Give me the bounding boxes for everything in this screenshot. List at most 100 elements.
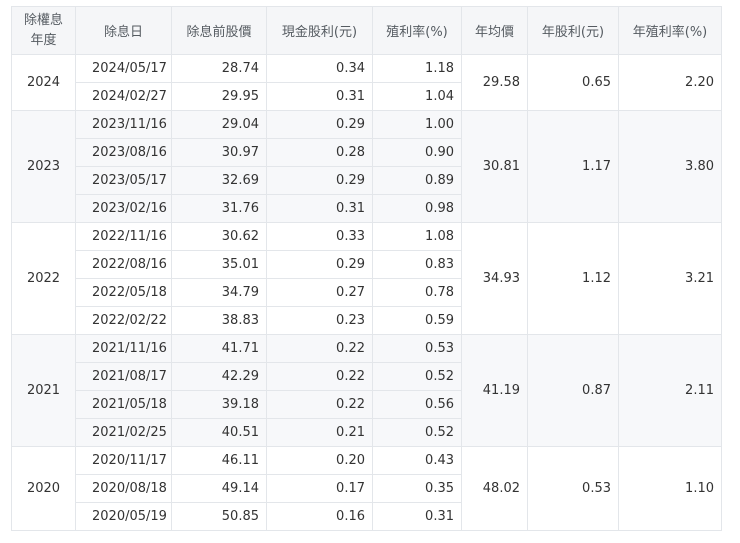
yield-cell: 0.31 <box>372 502 462 531</box>
yield-cell: 1.08 <box>372 222 462 251</box>
header-year-line1: 除權息 <box>23 12 63 28</box>
pre-price-cell: 28.74 <box>171 54 267 83</box>
pre-price-cell: 50.85 <box>171 502 267 531</box>
pre-price-cell: 41.71 <box>171 334 267 363</box>
yield-cell: 0.35 <box>372 474 462 503</box>
ex-date-cell: 2021/08/17 <box>75 362 172 391</box>
pre-price-cell: 31.76 <box>171 194 267 223</box>
table-row: 2021 2021/11/16 41.71 0.22 0.53 41.19 0.87 2.11 <box>11 334 722 447</box>
ex-date-cell: 2021/02/25 <box>75 418 172 447</box>
ex-date-cell: 2023/11/16 <box>75 110 172 139</box>
avg-price-cell: 34.93 <box>461 222 528 335</box>
yield-cell: 0.98 <box>372 194 462 223</box>
header-year: 除權息 年度 <box>11 6 76 55</box>
avg-price-cell: 41.19 <box>461 334 528 447</box>
dividend-history-table: 除權息 年度 除息日 除息前股價 現金股利(元) 殖利率(%) 年均價 年股利(… <box>11 6 722 531</box>
annual-yield-cell: 3.21 <box>618 222 722 335</box>
year-cell: 2024 <box>11 54 76 111</box>
cash-dividend-cell: 0.34 <box>266 54 373 83</box>
pre-price-cell: 39.18 <box>171 390 267 419</box>
yield-cell: 0.83 <box>372 250 462 279</box>
year-group: 2021 2021/11/16 41.71 0.22 0.53 41.19 0.87 2.11… <box>11 334 722 447</box>
cash-dividend-cell: 0.31 <box>266 194 373 223</box>
pre-price-cell: 29.95 <box>171 82 267 111</box>
ex-date-cell: 2024/02/27 <box>75 82 172 111</box>
year-cell: 2020 <box>11 446 76 531</box>
year-cell: 2023 <box>11 110 76 223</box>
yield-cell: 0.43 <box>372 446 462 475</box>
ex-date-cell: 2024/05/17 <box>75 54 172 83</box>
ex-date-cell: 2022/05/18 <box>75 278 172 307</box>
pre-price-cell: 40.51 <box>171 418 267 447</box>
ex-date-cell: 2023/08/16 <box>75 138 172 167</box>
avg-price-cell: 29.58 <box>461 54 528 111</box>
yield-cell: 0.89 <box>372 166 462 195</box>
cash-dividend-cell: 0.22 <box>266 390 373 419</box>
cash-dividend-cell: 0.23 <box>266 306 373 335</box>
avg-price-cell: 48.02 <box>461 446 528 531</box>
year-cell: 2021 <box>11 334 76 447</box>
year-group: 2023 2023/11/16 29.04 0.29 1.00 30.81 1.17 3.80… <box>11 110 722 223</box>
ex-date-cell: 2022/11/16 <box>75 222 172 251</box>
yield-cell: 1.04 <box>372 82 462 111</box>
pre-price-cell: 30.97 <box>171 138 267 167</box>
ex-date-cell: 2023/05/17 <box>75 166 172 195</box>
cash-dividend-cell: 0.21 <box>266 418 373 447</box>
cash-dividend-cell: 0.29 <box>266 250 373 279</box>
annual-dividend-cell: 1.17 <box>527 110 619 223</box>
pre-price-cell: 42.29 <box>171 362 267 391</box>
header-yield: 殖利率(%) <box>372 6 462 55</box>
ex-date-cell: 2022/08/16 <box>75 250 172 279</box>
yield-cell: 0.56 <box>372 390 462 419</box>
table-row: 2024 2024/05/17 28.74 0.34 1.18 29.58 0.65 2.20 <box>11 54 722 111</box>
yield-cell: 0.52 <box>372 418 462 447</box>
year-group: 2022 2022/11/16 30.62 0.33 1.08 34.93 1.12 3.21… <box>11 222 722 335</box>
header-cash-dividend: 現金股利(元) <box>266 6 373 55</box>
year-group: 2024 2024/05/17 28.74 0.34 1.18 29.58 0.65 2.20… <box>11 54 722 111</box>
ex-date-cell: 2021/05/18 <box>75 390 172 419</box>
yield-cell: 0.59 <box>372 306 462 335</box>
header-row: 除權息 年度 除息日 除息前股價 現金股利(元) 殖利率(%) 年均價 年股利(… <box>11 6 722 55</box>
yield-cell: 0.78 <box>372 278 462 307</box>
year-group: 2020 2020/11/17 46.11 0.20 0.43 48.02 0.53 1.10… <box>11 446 722 531</box>
cash-dividend-cell: 0.27 <box>266 278 373 307</box>
yield-cell: 0.52 <box>372 362 462 391</box>
pre-price-cell: 30.62 <box>171 222 267 251</box>
yield-cell: 1.18 <box>372 54 462 83</box>
pre-price-cell: 34.79 <box>171 278 267 307</box>
pre-price-cell: 35.01 <box>171 250 267 279</box>
header-ex-date: 除息日 <box>75 6 172 55</box>
annual-yield-cell: 2.20 <box>618 54 722 111</box>
table-row: 2022 2022/11/16 30.62 0.33 1.08 34.93 1.12 3.21 <box>11 222 722 335</box>
ex-date-cell: 2023/02/16 <box>75 194 172 223</box>
cash-dividend-cell: 0.17 <box>266 474 373 503</box>
year-cell: 2022 <box>11 222 76 335</box>
ex-date-cell: 2022/02/22 <box>75 306 172 335</box>
pre-price-cell: 38.83 <box>171 306 267 335</box>
cash-dividend-cell: 0.16 <box>266 502 373 531</box>
cash-dividend-cell: 0.22 <box>266 362 373 391</box>
cash-dividend-cell: 0.20 <box>266 446 373 475</box>
header-avg-price: 年均價 <box>461 6 528 55</box>
cash-dividend-cell: 0.29 <box>266 166 373 195</box>
cash-dividend-cell: 0.31 <box>266 82 373 111</box>
yield-cell: 1.00 <box>372 110 462 139</box>
cash-dividend-cell: 0.22 <box>266 334 373 363</box>
header-year-line2: 年度 <box>30 32 57 48</box>
ex-date-cell: 2021/11/16 <box>75 334 172 363</box>
annual-dividend-cell: 0.65 <box>527 54 619 111</box>
ex-date-cell: 2020/11/17 <box>75 446 172 475</box>
yield-cell: 0.53 <box>372 334 462 363</box>
yield-cell: 0.90 <box>372 138 462 167</box>
pre-price-cell: 46.11 <box>171 446 267 475</box>
avg-price-cell: 30.81 <box>461 110 528 223</box>
header-annual-dividend: 年股利(元) <box>527 6 619 55</box>
ex-date-cell: 2020/05/19 <box>75 502 172 531</box>
cash-dividend-cell: 0.33 <box>266 222 373 251</box>
pre-price-cell: 29.04 <box>171 110 267 139</box>
pre-price-cell: 32.69 <box>171 166 267 195</box>
table-row: 2020 2020/11/17 46.11 0.20 0.43 48.02 0.53 1.10 <box>11 446 722 531</box>
header-pre-price: 除息前股價 <box>171 6 267 55</box>
pre-price-cell: 49.14 <box>171 474 267 503</box>
cash-dividend-cell: 0.29 <box>266 110 373 139</box>
